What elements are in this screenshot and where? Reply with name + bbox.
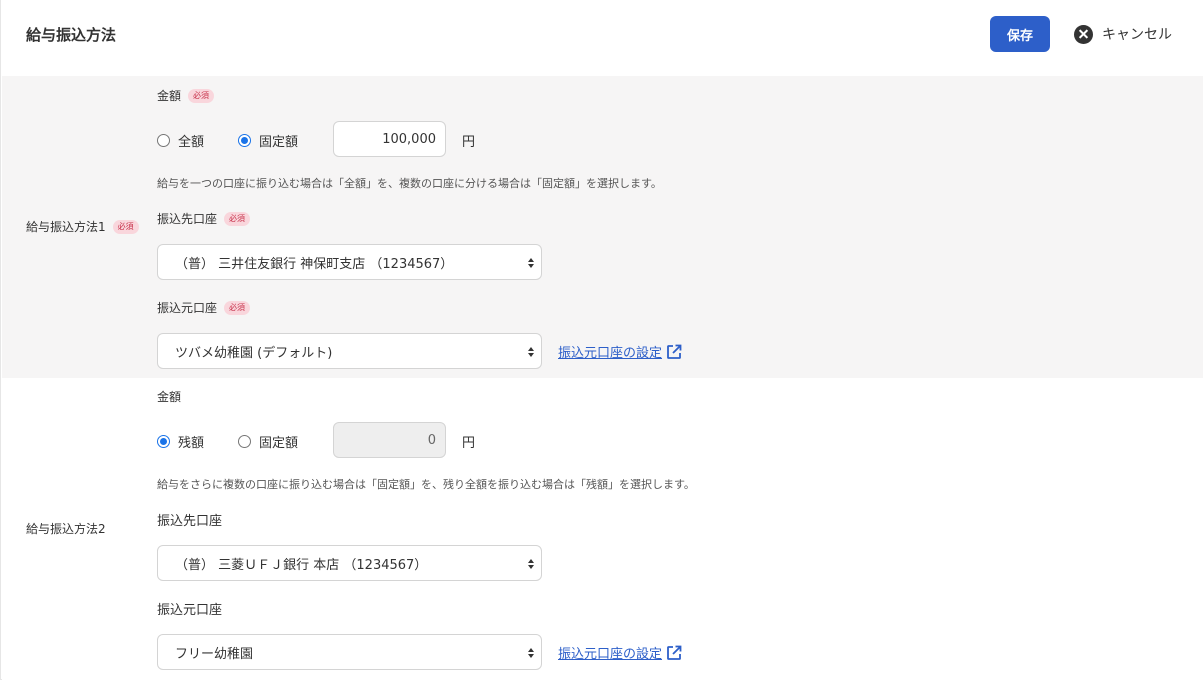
radio-full-amount-label: 全額: [178, 135, 205, 150]
source-account-label-text: 振込元口座: [157, 603, 223, 618]
page-title: 給与振込方法: [26, 26, 117, 44]
source-account-settings-link[interactable]: 振込元口座の設定: [558, 342, 682, 361]
radio-fixed-amount-label: 固定額: [259, 436, 299, 451]
cancel-button[interactable]: キャンセル: [1074, 16, 1172, 52]
method-1-label: 給与振込方法1 必須: [26, 218, 139, 235]
source-account-label: 振込元口座 必須: [157, 299, 251, 316]
close-circle-icon: [1074, 24, 1093, 44]
select-arrows-icon: [528, 557, 534, 571]
source-account-value: ツバメ幼稚園 (デフォルト): [175, 345, 333, 361]
source-account-settings-link-text: 振込元口座の設定: [558, 647, 663, 662]
radio-selected-icon: [238, 134, 251, 147]
source-account-select[interactable]: ツバメ幼稚園 (デフォルト): [157, 333, 542, 369]
select-arrows-icon: [528, 646, 534, 660]
required-badge: 必須: [224, 211, 251, 226]
select-arrows-icon: [528, 256, 534, 270]
transfer-method-1-section: 給与振込方法1 必須 金額 必須 全額 固定額 円 給与を一つの口座に振り込む場…: [2, 76, 1203, 378]
destination-account-label-text: 振込先口座: [157, 514, 223, 529]
save-button[interactable]: 保存: [990, 16, 1050, 52]
cancel-label: キャンセル: [1102, 27, 1172, 43]
amount-label-text: 金額: [157, 390, 182, 404]
select-arrows-icon: [528, 345, 534, 359]
external-link-icon: [667, 344, 682, 359]
radio-full-amount[interactable]: 全額: [157, 131, 204, 150]
yen-unit: 円: [462, 436, 476, 451]
yen-unit: 円: [462, 135, 476, 150]
transfer-method-2-section: 給与振込方法2 金額 残額 固定額 円 給与をさらに複数の口座に振り込む場合は「…: [2, 378, 1203, 680]
method-2-label: 給与振込方法2: [26, 520, 106, 537]
destination-account-value: （普） 三菱ＵＦＪ銀行 本店 （1234567）: [175, 557, 428, 573]
amount-label: 金額: [157, 388, 181, 405]
amount-label-text: 金額: [157, 89, 182, 103]
source-account-value: フリー幼稚園: [175, 646, 254, 662]
source-account-settings-link-text: 振込元口座の設定: [558, 346, 663, 361]
radio-fixed-amount[interactable]: 固定額: [238, 432, 298, 451]
external-link-icon: [667, 645, 682, 660]
radio-circle-icon: [238, 435, 251, 448]
method-1-label-text: 給与振込方法1: [26, 220, 106, 234]
required-badge: 必須: [188, 88, 215, 103]
destination-account-label: 振込先口座: [157, 510, 222, 529]
amount-help-text: 給与をさらに複数の口座に振り込む場合は「固定額」を、残り全額を振り込む場合は「残…: [157, 478, 695, 491]
amount-label: 金額 必須: [157, 87, 215, 104]
amount-help-text: 給与を一つの口座に振り込む場合は「全額」を、複数の口座に分ける場合は「固定額」を…: [157, 177, 662, 190]
radio-selected-icon: [157, 435, 170, 448]
destination-account-value: （普） 三井住友銀行 神保町支店 （1234567）: [175, 256, 454, 272]
radio-fixed-amount[interactable]: 固定額: [238, 131, 298, 150]
radio-remaining-amount-label: 残額: [178, 436, 205, 451]
destination-account-select[interactable]: （普） 三井住友銀行 神保町支店 （1234567）: [157, 244, 542, 280]
required-badge: 必須: [224, 300, 251, 315]
source-account-settings-link[interactable]: 振込元口座の設定: [558, 643, 682, 662]
page-frame: 給与振込方法 保存 キャンセル 給与振込方法1 必須 金額 必須 全額 固定額 …: [0, 0, 1203, 680]
destination-account-label-text: 振込先口座: [157, 212, 218, 226]
destination-account-label: 振込先口座 必須: [157, 210, 251, 227]
page-header: 給与振込方法 保存 キャンセル: [1, 0, 1203, 76]
source-account-label: 振込元口座: [157, 599, 222, 618]
method-2-label-text: 給与振込方法2: [26, 522, 106, 536]
destination-account-select[interactable]: （普） 三菱ＵＦＪ銀行 本店 （1234567）: [157, 545, 542, 581]
radio-remaining-amount[interactable]: 残額: [157, 432, 204, 451]
amount-input-disabled: [333, 422, 446, 458]
required-badge: 必須: [112, 219, 139, 234]
radio-fixed-amount-label: 固定額: [259, 135, 299, 150]
source-account-label-text: 振込元口座: [157, 301, 218, 315]
source-account-select[interactable]: フリー幼稚園: [157, 634, 542, 670]
amount-input[interactable]: [333, 121, 446, 157]
radio-circle-icon: [157, 134, 170, 147]
